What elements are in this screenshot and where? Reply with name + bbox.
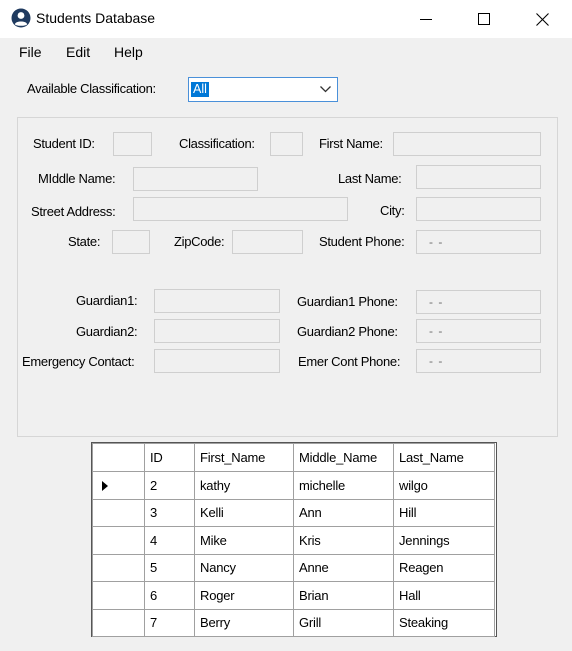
student-id-label: Student ID: [33,136,95,151]
last-name-field[interactable] [416,165,541,189]
students-data-grid[interactable]: ID First_Name Middle_Name Last_Name 2 ka… [91,442,497,637]
cell-middle-name[interactable]: Anne [293,553,394,582]
cell-last-name[interactable]: Steaking [393,608,495,637]
classification-field[interactable] [270,132,303,156]
student-id-field[interactable] [113,132,152,156]
table-row[interactable]: 3 Kelli Ann Hill [92,498,495,527]
window-title: Students Database [36,10,156,26]
emergency-phone-field[interactable]: - - [416,349,541,373]
row-header-corner[interactable] [92,443,145,472]
close-button[interactable] [514,0,570,38]
state-label: State: [68,234,101,249]
minimize-button[interactable] [398,0,454,38]
maximize-icon [478,13,490,25]
table-header-row: ID First_Name Middle_Name Last_Name [92,443,495,472]
table-row[interactable]: 6 Roger Brian Hall [92,581,495,610]
cell-id[interactable]: 6 [144,581,195,610]
cell-last-name[interactable]: Jennings [393,526,495,555]
menu-help[interactable]: Help [114,44,143,60]
emergency-phone-label: Emer Cont Phone: [298,354,401,369]
row-header[interactable] [92,581,145,610]
first-name-field[interactable] [393,132,541,156]
row-header[interactable] [92,526,145,555]
cell-last-name[interactable]: Hall [393,581,495,610]
guardian2-field[interactable] [154,319,280,343]
cell-id[interactable]: 3 [144,498,195,527]
cell-id[interactable]: 5 [144,553,195,582]
table-row[interactable]: 5 Nancy Anne Reagen [92,553,495,582]
student-phone-field[interactable]: - - [416,230,541,254]
menu-bar: File Edit Help [0,38,572,66]
row-header[interactable] [92,471,145,500]
classification-filter-value: All [191,82,209,97]
current-row-pointer-icon [102,481,108,491]
row-header[interactable] [92,608,145,637]
classification-filter-dropdown[interactable]: All [188,77,338,102]
column-header-first-name[interactable]: First_Name [194,443,294,472]
middle-name-label: MIddle Name: [38,171,116,186]
cell-first-name[interactable]: Kelli [194,498,294,527]
user-circle-icon [11,8,31,28]
guardian2-phone-field[interactable]: - - [416,319,541,343]
classification-label: Classification: [179,136,255,151]
street-address-field[interactable] [133,197,348,221]
cell-id[interactable]: 2 [144,471,195,500]
state-field[interactable] [112,230,150,254]
cell-first-name[interactable]: kathy [194,471,294,500]
column-header-last-name[interactable]: Last_Name [393,443,495,472]
middle-name-field[interactable] [133,167,258,191]
cell-middle-name[interactable]: Kris [293,526,394,555]
table-row[interactable]: 4 Mike Kris Jennings [92,526,495,555]
cell-middle-name[interactable]: Grill [293,608,394,637]
cell-middle-name[interactable]: michelle [293,471,394,500]
column-header-id[interactable]: ID [144,443,195,472]
guardian1-label: Guardian1: [76,293,138,308]
cell-id[interactable]: 4 [144,526,195,555]
student-phone-label: Student Phone: [319,234,405,249]
zipcode-field[interactable] [232,230,303,254]
last-name-label: Last Name: [338,171,402,186]
guardian2-label: Guardian2: [76,324,138,339]
cell-middle-name[interactable]: Ann [293,498,394,527]
city-label: City: [380,203,405,218]
menu-edit[interactable]: Edit [66,44,90,60]
title-bar: Students Database [0,0,572,38]
minimize-icon [420,19,432,20]
cell-last-name[interactable]: Reagen [393,553,495,582]
street-address-label: Street Address: [31,204,116,219]
first-name-label: First Name: [319,136,383,151]
guardian1-phone-label: Guardian1 Phone: [297,294,398,309]
row-header[interactable] [92,553,145,582]
close-icon [535,12,549,26]
cell-first-name[interactable]: Mike [194,526,294,555]
cell-id[interactable]: 7 [144,608,195,637]
guardian2-phone-label: Guardian2 Phone: [297,324,398,339]
row-header[interactable] [92,498,145,527]
zipcode-label: ZipCode: [174,234,225,249]
classification-filter-label: Available Classification: [27,81,156,96]
cell-last-name[interactable]: Hill [393,498,495,527]
cell-first-name[interactable]: Berry [194,608,294,637]
emergency-contact-label: Emergency Contact: [22,354,135,369]
menu-file[interactable]: File [19,44,42,60]
table-row[interactable]: 2 kathy michelle wilgo [92,471,495,500]
students-table: ID First_Name Middle_Name Last_Name 2 ka… [92,443,495,637]
table-row[interactable]: 7 Berry Grill Steaking [92,608,495,637]
guardian1-phone-field[interactable]: - - [416,290,541,314]
cell-middle-name[interactable]: Brian [293,581,394,610]
emergency-contact-field[interactable] [154,349,280,373]
cell-first-name[interactable]: Roger [194,581,294,610]
cell-last-name[interactable]: wilgo [393,471,495,500]
guardian1-field[interactable] [154,289,280,313]
cell-first-name[interactable]: Nancy [194,553,294,582]
column-header-middle-name[interactable]: Middle_Name [293,443,394,472]
city-field[interactable] [416,197,541,221]
maximize-button[interactable] [456,0,512,38]
chevron-down-icon [320,86,331,93]
